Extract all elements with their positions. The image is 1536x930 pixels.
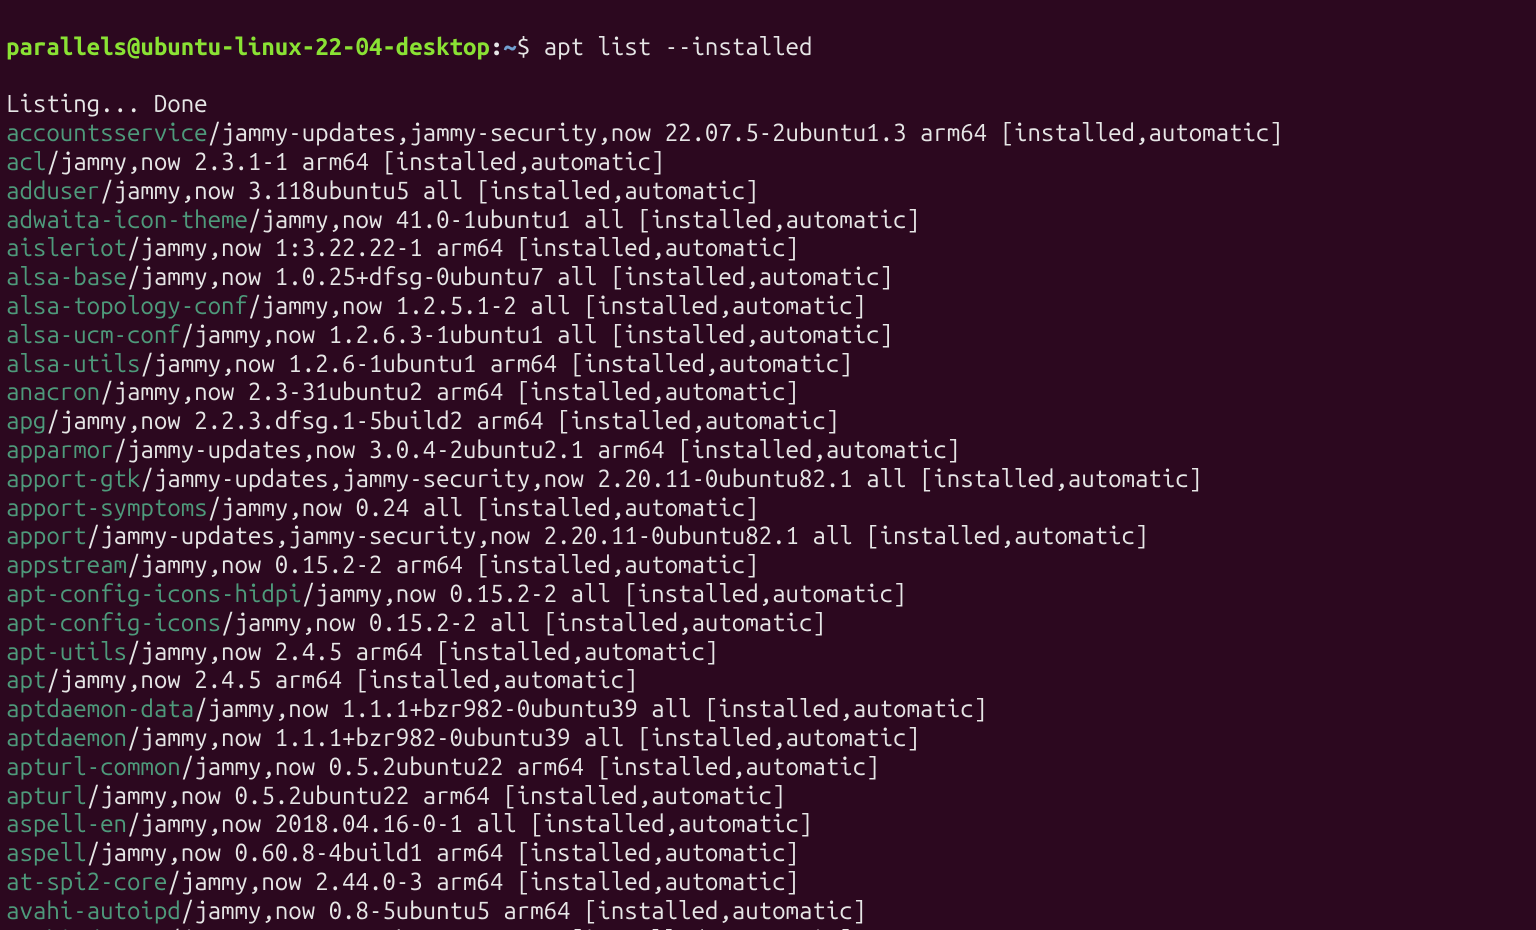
package-name: apturl-common <box>6 753 181 780</box>
package-name: aspell <box>6 839 87 866</box>
package-name: apport-symptoms <box>6 494 208 521</box>
package-details: /jammy,now 0.5.2ubuntu22 arm64 [installe… <box>181 753 880 780</box>
package-name: avahi-daemon <box>6 926 167 930</box>
package-line: alsa-base/jammy,now 1.0.25+dfsg-0ubuntu7… <box>6 263 1530 292</box>
package-details: /jammy-updates,now 3.0.4-2ubuntu2.1 arm6… <box>114 436 961 463</box>
package-line: accountsservice/jammy-updates,jammy-secu… <box>6 119 1530 148</box>
package-details: /jammy,now 0.8-5ubuntu5 arm64 [installed… <box>167 926 852 930</box>
package-details: /jammy,now 2.3.1-1 arm64 [installed,auto… <box>46 148 664 175</box>
package-line: adwaita-icon-theme/jammy,now 41.0-1ubunt… <box>6 206 1530 235</box>
package-details: /jammy-updates,jammy-security,now 2.20.1… <box>140 465 1202 492</box>
package-details: /jammy,now 0.15.2-2 all [installed,autom… <box>302 580 907 607</box>
package-line: anacron/jammy,now 2.3-31ubuntu2 arm64 [i… <box>6 378 1530 407</box>
package-line: aspell/jammy,now 0.60.8-4build1 arm64 [i… <box>6 839 1530 868</box>
package-name: alsa-utils <box>6 350 140 377</box>
package-line: avahi-daemon/jammy,now 0.8-5ubuntu5 arm6… <box>6 926 1530 930</box>
package-name: aspell-en <box>6 810 127 837</box>
package-line: adduser/jammy,now 3.118ubuntu5 all [inst… <box>6 177 1530 206</box>
package-details: /jammy,now 2.44.0-3 arm64 [installed,aut… <box>167 868 799 895</box>
package-details: /jammy,now 2018.04.16-0-1 all [installed… <box>127 810 812 837</box>
package-line: alsa-ucm-conf/jammy,now 1.2.6.3-1ubuntu1… <box>6 321 1530 350</box>
package-line: apport-gtk/jammy-updates,jammy-security,… <box>6 465 1530 494</box>
package-line: apturl-common/jammy,now 0.5.2ubuntu22 ar… <box>6 753 1530 782</box>
package-details: /jammy-updates,jammy-security,now 2.20.1… <box>87 522 1149 549</box>
package-name: adduser <box>6 177 100 204</box>
package-details: /jammy,now 1:3.22.22-1 arm64 [installed,… <box>127 234 799 261</box>
package-name: avahi-autoipd <box>6 897 181 924</box>
package-details: /jammy-updates,jammy-security,now 22.07.… <box>208 119 1283 146</box>
package-name: apparmor <box>6 436 114 463</box>
package-line: apport-symptoms/jammy,now 0.24 all [inst… <box>6 494 1530 523</box>
package-details: /jammy,now 3.118ubuntu5 all [installed,a… <box>100 177 759 204</box>
package-name: apt-config-icons-hidpi <box>6 580 302 607</box>
package-details: /jammy,now 2.2.3.dfsg.1-5build2 arm64 [i… <box>46 407 839 434</box>
package-details: /jammy,now 1.1.1+bzr982-0ubuntu39 all [i… <box>194 695 987 722</box>
package-line: appstream/jammy,now 0.15.2-2 arm64 [inst… <box>6 551 1530 580</box>
prompt-path: ~ <box>503 33 516 60</box>
package-name: apport <box>6 522 87 549</box>
package-name: apg <box>6 407 46 434</box>
command-text: apt list --installed <box>544 33 813 60</box>
package-name: acl <box>6 148 46 175</box>
prompt-dollar: $ <box>517 33 544 60</box>
package-name: accountsservice <box>6 119 208 146</box>
package-details: /jammy,now 0.15.2-2 all [installed,autom… <box>221 609 826 636</box>
package-details: /jammy,now 41.0-1ubuntu1 all [installed,… <box>248 206 920 233</box>
package-name: apt-utils <box>6 638 127 665</box>
prompt-separator: : <box>490 33 503 60</box>
package-name: alsa-base <box>6 263 127 290</box>
package-name: aisleriot <box>6 234 127 261</box>
package-details: /jammy,now 1.2.6.3-1ubuntu1 all [install… <box>181 321 893 348</box>
package-line: avahi-autoipd/jammy,now 0.8-5ubuntu5 arm… <box>6 897 1530 926</box>
package-line: aspell-en/jammy,now 2018.04.16-0-1 all [… <box>6 810 1530 839</box>
package-line: acl/jammy,now 2.3.1-1 arm64 [installed,a… <box>6 148 1530 177</box>
prompt-line: parallels@ubuntu-linux-22-04-desktop:~$ … <box>6 33 1530 62</box>
package-name: apt <box>6 666 46 693</box>
package-details: /jammy,now 1.2.6-1ubuntu1 arm64 [install… <box>140 350 852 377</box>
package-name: anacron <box>6 378 100 405</box>
package-name: aptdaemon <box>6 724 127 751</box>
package-details: /jammy,now 0.60.8-4build1 arm64 [install… <box>87 839 799 866</box>
package-line: apturl/jammy,now 0.5.2ubuntu22 arm64 [in… <box>6 782 1530 811</box>
package-line: aptdaemon/jammy,now 1.1.1+bzr982-0ubuntu… <box>6 724 1530 753</box>
package-line: at-spi2-core/jammy,now 2.44.0-3 arm64 [i… <box>6 868 1530 897</box>
package-details: /jammy,now 0.8-5ubuntu5 arm64 [installed… <box>181 897 866 924</box>
package-details: /jammy,now 0.24 all [installed,automatic… <box>208 494 759 521</box>
package-name: apt-config-icons <box>6 609 221 636</box>
package-details: /jammy,now 1.0.25+dfsg-0ubuntu7 all [ins… <box>127 263 893 290</box>
package-list: accountsservice/jammy-updates,jammy-secu… <box>6 119 1530 930</box>
package-details: /jammy,now 1.1.1+bzr982-0ubuntu39 all [i… <box>127 724 920 751</box>
package-name: apturl <box>6 782 87 809</box>
package-line: apt-utils/jammy,now 2.4.5 arm64 [install… <box>6 638 1530 667</box>
package-details: /jammy,now 1.2.5.1-2 all [installed,auto… <box>248 292 866 319</box>
package-details: /jammy,now 2.4.5 arm64 [installed,automa… <box>46 666 637 693</box>
package-line: apport/jammy-updates,jammy-security,now … <box>6 522 1530 551</box>
terminal-output[interactable]: parallels@ubuntu-linux-22-04-desktop:~$ … <box>0 0 1536 930</box>
prompt-user-host: parallels@ubuntu-linux-22-04-desktop <box>6 33 490 60</box>
package-name: adwaita-icon-theme <box>6 206 248 233</box>
package-name: alsa-topology-conf <box>6 292 248 319</box>
package-name: aptdaemon-data <box>6 695 194 722</box>
package-name: appstream <box>6 551 127 578</box>
package-name: apport-gtk <box>6 465 140 492</box>
package-details: /jammy,now 2.4.5 arm64 [installed,automa… <box>127 638 718 665</box>
package-line: apg/jammy,now 2.2.3.dfsg.1-5build2 arm64… <box>6 407 1530 436</box>
package-name: at-spi2-core <box>6 868 167 895</box>
package-line: apt/jammy,now 2.4.5 arm64 [installed,aut… <box>6 666 1530 695</box>
package-name: alsa-ucm-conf <box>6 321 181 348</box>
package-details: /jammy,now 2.3-31ubuntu2 arm64 [installe… <box>100 378 799 405</box>
package-details: /jammy,now 0.5.2ubuntu22 arm64 [installe… <box>87 782 786 809</box>
package-line: aptdaemon-data/jammy,now 1.1.1+bzr982-0u… <box>6 695 1530 724</box>
package-line: apparmor/jammy-updates,now 3.0.4-2ubuntu… <box>6 436 1530 465</box>
package-line: apt-config-icons-hidpi/jammy,now 0.15.2-… <box>6 580 1530 609</box>
listing-status-line: Listing... Done <box>6 90 1530 119</box>
package-details: /jammy,now 0.15.2-2 arm64 [installed,aut… <box>127 551 759 578</box>
package-line: apt-config-icons/jammy,now 0.15.2-2 all … <box>6 609 1530 638</box>
package-line: alsa-utils/jammy,now 1.2.6-1ubuntu1 arm6… <box>6 350 1530 379</box>
package-line: alsa-topology-conf/jammy,now 1.2.5.1-2 a… <box>6 292 1530 321</box>
package-line: aisleriot/jammy,now 1:3.22.22-1 arm64 [i… <box>6 234 1530 263</box>
